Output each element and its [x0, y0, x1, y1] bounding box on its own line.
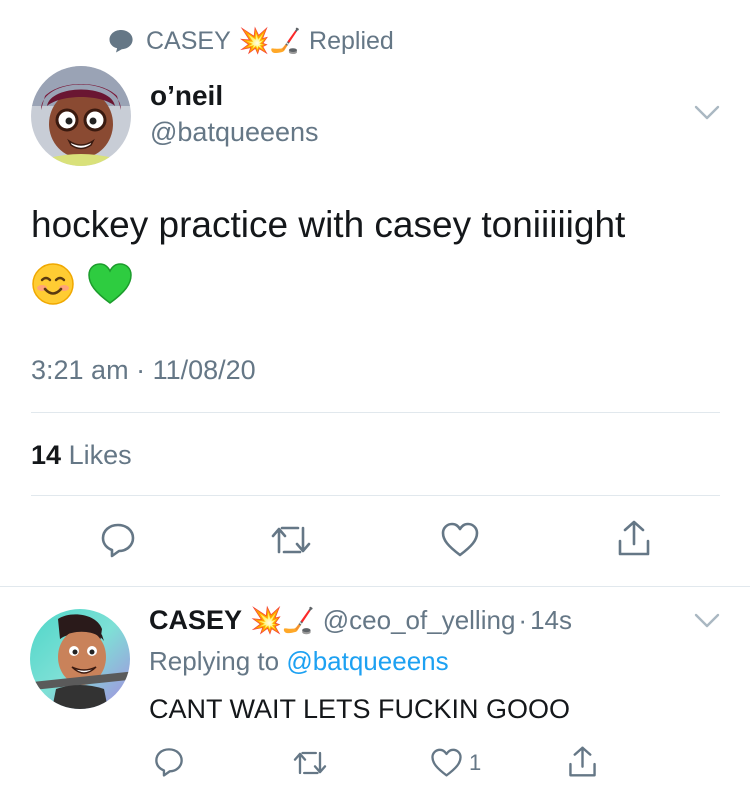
avatar[interactable]: [31, 66, 131, 166]
replying-prefix: Replying to: [149, 646, 280, 676]
reply-text: CANT WAIT LETS FUCKIN GOOO: [149, 694, 571, 724]
like-icon[interactable]: [440, 522, 480, 558]
separator-dot: ·: [136, 355, 146, 385]
chevron-down-icon[interactable]: [694, 612, 720, 630]
context-label: Replied: [309, 26, 394, 55]
reply-icon[interactable]: [153, 746, 185, 778]
share-icon[interactable]: [616, 519, 652, 557]
likes-label: Likes: [68, 440, 132, 470]
collision-emoji: 💥: [238, 26, 270, 55]
tweet-date: 11/08/20: [152, 355, 256, 385]
likes-summary[interactable]: 14 Likes: [31, 440, 132, 471]
collision-emoji: 💥: [250, 605, 283, 635]
context-name: CASEY: [146, 26, 231, 55]
reply-age[interactable]: 14s: [530, 605, 572, 636]
tweet-text: hockey practice with casey toniiiiight: [31, 204, 626, 245]
divider: [31, 412, 720, 413]
chevron-down-icon[interactable]: [694, 104, 720, 122]
tweet-time: 3:21 am: [31, 355, 129, 385]
replying-to-handle[interactable]: @batqueeens: [286, 646, 448, 676]
retweet-icon[interactable]: [292, 748, 328, 778]
hockey-emoji: 🏒: [282, 605, 315, 635]
like-button[interactable]: 1: [430, 748, 481, 778]
likes-count: 14: [31, 440, 62, 470]
smiling-face-emoji: [31, 262, 75, 306]
avatar[interactable]: [30, 609, 130, 709]
divider: [0, 586, 750, 587]
reply-icon[interactable]: [99, 521, 137, 559]
reply-handle[interactable]: @ceo_of_yelling: [323, 605, 516, 636]
retweet-icon[interactable]: [270, 522, 312, 558]
tweet-timestamp[interactable]: 3:21 am · 11/08/20: [31, 355, 256, 386]
display-name[interactable]: o’neil: [150, 80, 223, 112]
like-count: 1: [469, 750, 482, 775]
speech-bubble-icon: [108, 28, 134, 54]
replying-to: Replying to @batqueeens: [149, 646, 449, 677]
tweet-emojis: [31, 262, 133, 306]
user-handle[interactable]: @batqueeens: [150, 117, 319, 148]
separator-dot: ·: [518, 605, 528, 635]
share-icon[interactable]: [567, 745, 598, 778]
green-heart-emoji: [87, 262, 133, 306]
reply-display-name[interactable]: CASEY: [149, 605, 242, 636]
replied-context: CASEY 💥 🏒 Replied: [108, 24, 394, 58]
hockey-emoji: 🏒: [269, 26, 302, 55]
divider: [31, 495, 720, 496]
reply-header: CASEY 💥 🏒 @ceo_of_yelling · 14s: [149, 605, 572, 636]
like-icon[interactable]: [430, 748, 463, 778]
